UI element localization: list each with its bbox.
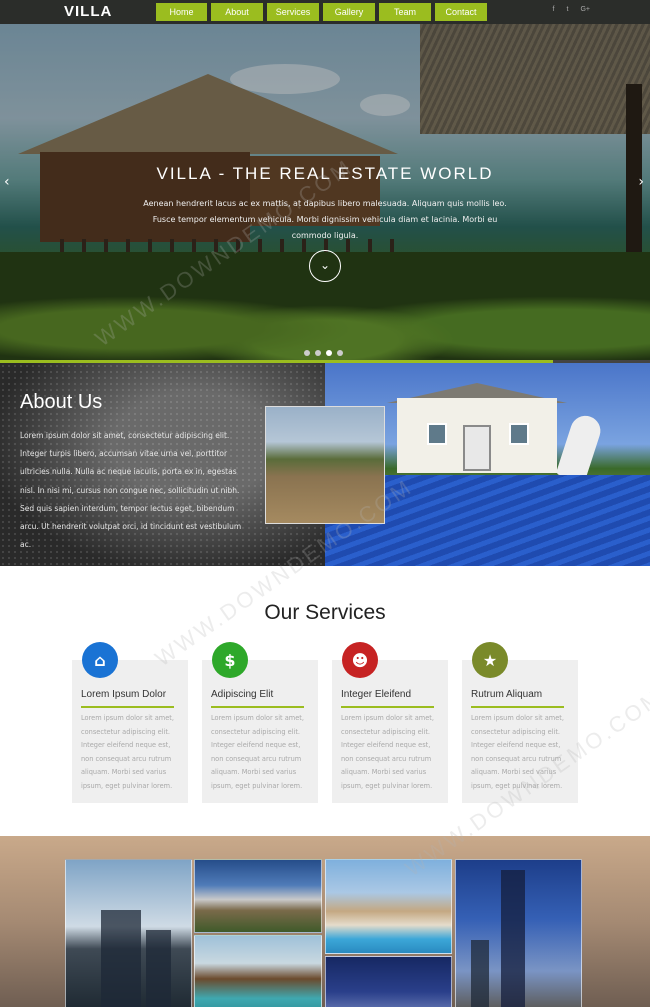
pool-house-window (427, 423, 447, 445)
service-title: Adipiscing Elit (211, 689, 274, 700)
pool-house-door (463, 425, 491, 471)
dollar-icon: $ (212, 642, 248, 678)
menu-item-gallery[interactable]: Gallery (323, 3, 375, 21)
hero-text: Aenean hendrerit lacus ac ex mattis, at … (143, 199, 507, 240)
brand-logo[interactable]: VILLA (64, 3, 112, 20)
slider-dot[interactable] (315, 350, 321, 356)
menu-item-contact[interactable]: Contact (435, 3, 487, 21)
slider-dot[interactable] (326, 350, 332, 356)
hero-slider: ‹ › VILLA - THE REAL ESTATE WORLD Aenean… (0, 24, 650, 362)
gallery-image-tower[interactable] (455, 859, 582, 1007)
slider-dot[interactable] (304, 350, 310, 356)
pool-house-window (509, 423, 529, 445)
water-slide (555, 411, 605, 484)
service-text: Lorem ipsum dolor sit amet, consectetur … (471, 714, 564, 790)
gallery-image-modern-house[interactable] (194, 859, 322, 933)
google-plus-icon[interactable]: G+ (580, 6, 590, 13)
about-section: About Us Lorem ipsum dolor sit amet, con… (0, 363, 650, 566)
gallery-image-skyscrapers[interactable] (65, 859, 192, 1007)
services-section: Our Services ⌂ Lorem Ipsum Dolor Lorem i… (0, 566, 650, 836)
gallery-section (0, 836, 650, 1007)
service-cards: ⌂ Lorem Ipsum Dolor Lorem ipsum dolor si… (72, 642, 578, 803)
resort-thumbnail (265, 406, 385, 524)
service-card[interactable]: ★ Rutrum Aliquam Lorem ipsum dolor sit a… (462, 642, 578, 803)
facebook-icon[interactable]: f (553, 6, 555, 13)
services-title: Our Services (264, 601, 386, 624)
house-icon: ⌂ (82, 642, 118, 678)
service-card[interactable]: $ Adipiscing Elit Lorem ipsum dolor sit … (202, 642, 318, 803)
scroll-down-button[interactable]: ⌄ (309, 250, 341, 282)
service-title: Integer Eleifend (341, 689, 412, 700)
service-card[interactable]: ⌂ Lorem Ipsum Dolor Lorem ipsum dolor si… (72, 642, 188, 803)
gallery-image-villa-pool[interactable] (325, 859, 452, 954)
menu-item-home[interactable]: Home (156, 3, 207, 21)
slider-dots (304, 350, 343, 356)
twitter-icon[interactable]: t (567, 6, 569, 13)
main-menu: Home About Services Gallery Team Contact (156, 3, 487, 21)
hero-title: VILLA - THE REAL ESTATE WORLD (156, 164, 494, 183)
slider-dot[interactable] (337, 350, 343, 356)
social-links: f t G+ (553, 6, 590, 13)
about-text: Lorem ipsum dolor sit amet, consectetur … (20, 431, 242, 550)
service-card[interactable]: ☻ Integer Eleifend Lorem ipsum dolor sit… (332, 642, 448, 803)
gallery-image-water-hut[interactable] (194, 935, 322, 1007)
person-icon: ☻ (342, 642, 378, 678)
service-title: Lorem Ipsum Dolor (81, 689, 167, 700)
award-icon: ★ (472, 642, 508, 678)
service-text: Lorem ipsum dolor sit amet, consectetur … (341, 714, 434, 790)
about-title: About Us (20, 391, 103, 413)
menu-item-team[interactable]: Team (379, 3, 431, 21)
service-text: Lorem ipsum dolor sit amet, consectetur … (81, 714, 174, 790)
service-title: Rutrum Aliquam (471, 689, 543, 700)
service-text: Lorem ipsum dolor sit amet, consectetur … (211, 714, 304, 790)
menu-item-about[interactable]: About (211, 3, 263, 21)
gallery-image-night-building[interactable] (325, 956, 452, 1007)
top-nav: VILLA Home About Services Gallery Team C… (0, 0, 650, 24)
menu-item-services[interactable]: Services (267, 3, 319, 21)
